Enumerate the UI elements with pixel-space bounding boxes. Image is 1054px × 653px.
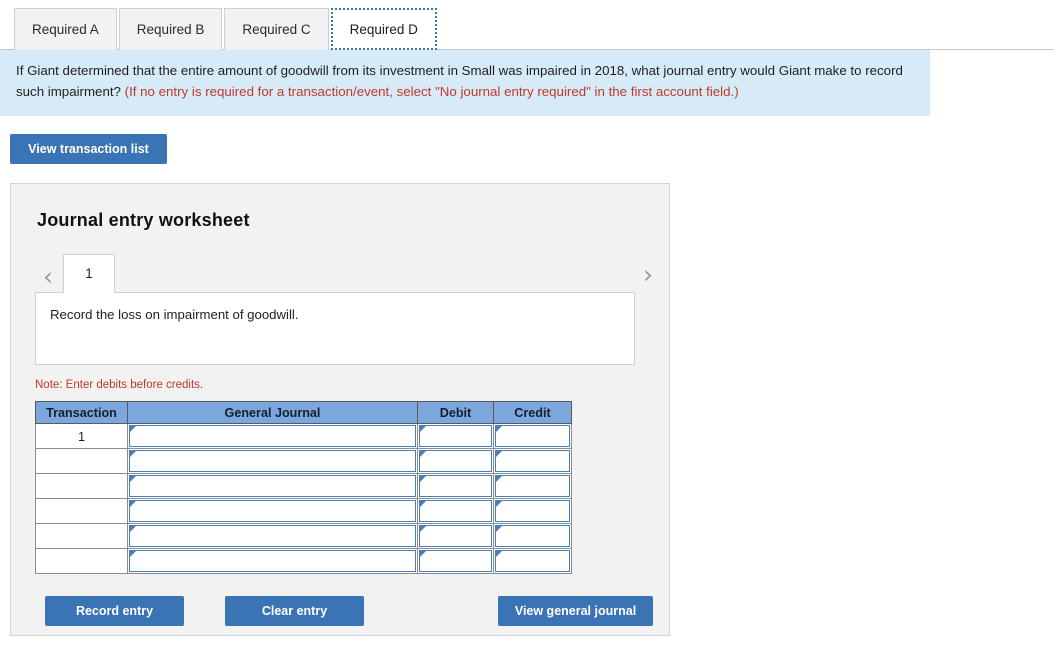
tab-required-d[interactable]: Required D: [330, 8, 437, 50]
view-transaction-list-button[interactable]: View transaction list: [10, 134, 167, 165]
table-row: [35, 548, 572, 575]
previous-entry-chevron-left-icon[interactable]: ‹: [35, 259, 61, 293]
worksheet-title: Journal entry worksheet: [37, 210, 250, 231]
column-header-credit: Credit: [493, 401, 572, 425]
general-journal-cell[interactable]: [127, 423, 418, 450]
debit-cell[interactable]: [417, 448, 494, 475]
account-select-input[interactable]: [129, 500, 416, 523]
credit-input[interactable]: [495, 525, 570, 548]
transaction-number-cell: [35, 523, 128, 550]
question-hint: (If no entry is required for a transacti…: [124, 83, 739, 99]
debit-input[interactable]: [419, 525, 492, 548]
transaction-number-cell: [35, 448, 128, 475]
debit-input[interactable]: [419, 500, 492, 523]
next-entry-chevron-right-icon[interactable]: ›: [635, 257, 661, 291]
column-header-transaction: Transaction: [35, 401, 128, 425]
general-journal-cell[interactable]: [127, 523, 418, 550]
general-journal-cell[interactable]: [127, 548, 418, 575]
worksheet-entry-tab-1[interactable]: 1: [63, 254, 115, 294]
general-journal-cell[interactable]: [127, 498, 418, 525]
debit-cell[interactable]: [417, 423, 494, 450]
table-row: 1: [35, 423, 572, 450]
table-row: [35, 448, 572, 475]
credit-input[interactable]: [495, 550, 570, 573]
clear-entry-button[interactable]: Clear entry: [225, 596, 364, 627]
table-row: [35, 498, 572, 525]
credit-input[interactable]: [495, 475, 570, 498]
tab-label: Required D: [349, 21, 418, 37]
transaction-number-cell: [35, 548, 128, 575]
account-select-input[interactable]: [129, 425, 416, 448]
debit-input[interactable]: [419, 450, 492, 473]
transaction-number-cell: [35, 473, 128, 500]
table-row: [35, 473, 572, 500]
journal-entry-worksheet-panel: Journal entry worksheet ‹ 1 › Record the…: [10, 183, 670, 637]
debit-cell[interactable]: [417, 523, 494, 550]
tab-label: Required C: [242, 22, 311, 37]
required-tabs: Required A Required B Required C Require…: [0, 0, 1054, 50]
table-row: [35, 523, 572, 550]
tab-required-a[interactable]: Required A: [14, 8, 117, 50]
debits-before-credits-note: Note: Enter debits before credits.: [35, 379, 204, 392]
worksheet-tab-nav: ‹ 1 ›: [35, 252, 653, 294]
credit-cell[interactable]: [493, 523, 572, 550]
credit-cell[interactable]: [493, 448, 572, 475]
general-journal-cell[interactable]: [127, 473, 418, 500]
credit-cell[interactable]: [493, 473, 572, 500]
account-select-input[interactable]: [129, 525, 416, 548]
record-entry-button[interactable]: Record entry: [45, 596, 184, 627]
tab-required-b[interactable]: Required B: [118, 8, 223, 50]
account-select-input[interactable]: [129, 450, 416, 473]
tab-label: Required B: [136, 22, 205, 37]
debit-cell[interactable]: [417, 473, 494, 500]
view-general-journal-button[interactable]: View general journal: [498, 596, 653, 627]
credit-input[interactable]: [495, 425, 570, 448]
journal-entry-table: Transaction General Journal Debit Credit…: [35, 401, 572, 575]
credit-cell[interactable]: [493, 498, 572, 525]
credit-input[interactable]: [495, 500, 570, 523]
debit-cell[interactable]: [417, 548, 494, 575]
credit-cell[interactable]: [493, 423, 572, 450]
account-select-input[interactable]: [129, 550, 416, 573]
tab-label: Required A: [32, 22, 99, 37]
transaction-number-cell: [35, 498, 128, 525]
credit-cell[interactable]: [493, 548, 572, 575]
toolbar: View transaction list: [0, 116, 1054, 165]
debit-input[interactable]: [419, 425, 492, 448]
debit-input[interactable]: [419, 550, 492, 573]
transaction-number-cell: 1: [35, 423, 128, 450]
question-prompt: If Giant determined that the entire amou…: [0, 50, 930, 117]
tab-required-c[interactable]: Required C: [224, 8, 329, 50]
debit-cell[interactable]: [417, 498, 494, 525]
worksheet-description-box: Record the loss on impairment of goodwil…: [35, 292, 635, 366]
worksheet-footer: Record entry Clear entry View general jo…: [35, 596, 653, 628]
column-header-general-journal: General Journal: [127, 401, 418, 425]
worksheet-description-text: Record the loss on impairment of goodwil…: [50, 307, 299, 323]
debit-input[interactable]: [419, 475, 492, 498]
worksheet-entry-tab-label: 1: [85, 266, 93, 282]
column-header-debit: Debit: [417, 401, 494, 425]
account-select-input[interactable]: [129, 475, 416, 498]
table-header-row: Transaction General Journal Debit Credit: [35, 401, 572, 425]
general-journal-cell[interactable]: [127, 448, 418, 475]
credit-input[interactable]: [495, 450, 570, 473]
